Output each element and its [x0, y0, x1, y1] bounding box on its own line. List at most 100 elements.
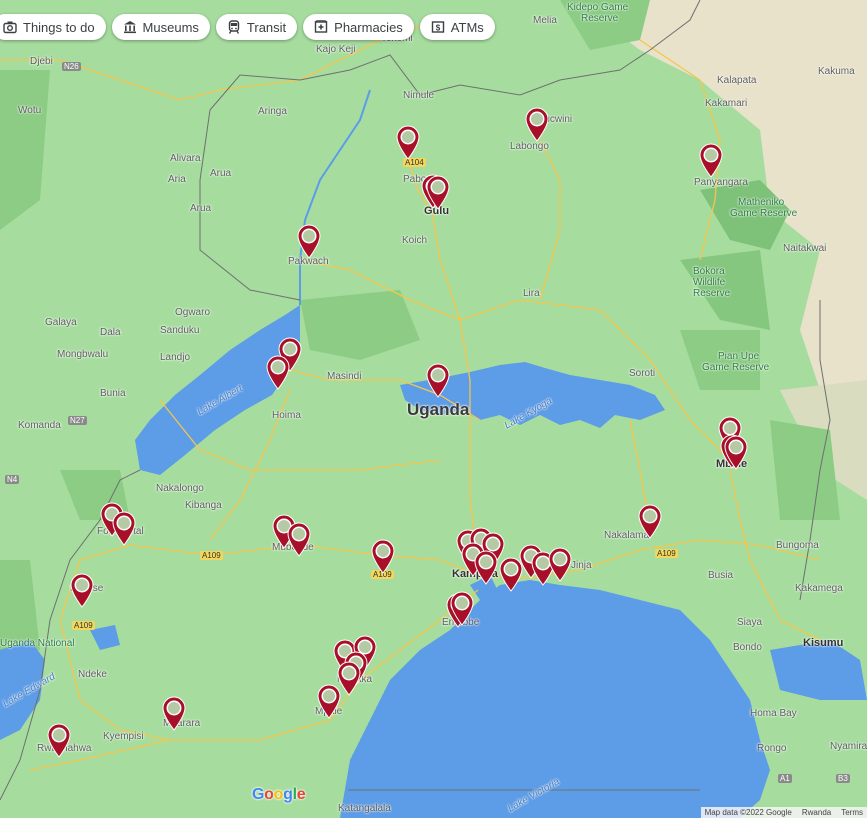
country-label: Uganda	[407, 400, 470, 419]
place-label: Homa Bay	[750, 708, 797, 719]
chip-pharmacies[interactable]: Pharmacies	[303, 14, 414, 40]
place-label: Siaya	[737, 617, 763, 628]
map-pin-marker[interactable]	[370, 538, 396, 574]
place-label: Ndeke	[78, 669, 107, 680]
place-label: Lira	[523, 288, 540, 299]
place-label: Game Reserve	[702, 362, 770, 373]
place-label: Hoima	[272, 410, 301, 421]
place-label: Naitakwai	[783, 243, 827, 254]
road-shield: B3	[836, 774, 850, 783]
place-label: Kyempisi	[103, 731, 144, 742]
map-pin-marker[interactable]	[265, 354, 291, 390]
place-label: Jinja	[571, 560, 592, 571]
place-label: Kibanga	[185, 500, 222, 511]
place-label: Ogwaro	[175, 307, 211, 318]
road-shield: N4	[5, 475, 20, 484]
place-label: Arua	[190, 203, 212, 214]
atm-icon: $	[431, 21, 444, 33]
road-shield: N26	[62, 62, 81, 71]
museum-icon	[123, 21, 136, 34]
place-label: Kakamega	[795, 583, 843, 594]
map-pin-marker[interactable]	[46, 722, 72, 758]
map-pin-marker[interactable]	[69, 572, 95, 608]
place-label: Galaya	[45, 317, 77, 328]
map-pin-marker[interactable]	[425, 174, 451, 210]
place-label: Melia	[533, 15, 557, 26]
place-label: Katangalala	[338, 803, 391, 814]
train-icon	[228, 20, 240, 34]
map-pin-marker[interactable]	[316, 683, 342, 719]
place-label: Mongbwalu	[57, 349, 109, 360]
map-pin-marker[interactable]	[161, 695, 187, 731]
place-label: Panyangara	[694, 177, 748, 188]
category-chips: Things to do Museums Transit Pharmacies …	[0, 14, 495, 40]
road-shield: A109	[200, 551, 223, 560]
chip-label: Transit	[246, 19, 287, 35]
place-label: Dala	[100, 327, 121, 338]
place-label: Kakamari	[705, 98, 748, 109]
place-label: Reserve	[693, 288, 731, 299]
chip-label: Things to do	[23, 19, 95, 35]
place-label: Pian Upe	[718, 351, 760, 362]
place-label: Matheniko	[738, 197, 785, 208]
road-shield: A109	[655, 549, 678, 558]
map-attribution: Map data ©2022 Google Rwanda Terms	[700, 807, 867, 818]
map-pin-marker[interactable]	[449, 590, 475, 626]
chip-things-to-do[interactable]: Things to do	[0, 14, 106, 40]
chip-atms[interactable]: $ ATMs	[419, 14, 495, 40]
place-label: Kakuma	[818, 66, 855, 77]
chip-label: Pharmacies	[334, 19, 403, 35]
map-pin-marker[interactable]	[723, 434, 749, 470]
place-label: Kisumu	[803, 637, 844, 649]
chip-museums[interactable]: Museums	[111, 14, 210, 40]
place-label: Wotu	[18, 105, 42, 116]
map-pin-marker[interactable]	[473, 549, 499, 585]
place-label: Bunia	[100, 388, 126, 399]
place-label: Nyamira	[830, 741, 867, 752]
place-label: Uganda National	[0, 638, 75, 649]
place-label: Game Reserve	[730, 208, 798, 219]
place-label: Bondo	[733, 642, 762, 653]
place-label: Kajo Keji	[316, 44, 356, 55]
place-label: Reserve	[581, 13, 619, 24]
map-pin-marker[interactable]	[111, 510, 137, 546]
chip-label: Museums	[142, 19, 199, 35]
place-label: Soroti	[629, 368, 656, 379]
road-shield: N27	[68, 416, 87, 425]
google-logo: Google	[252, 786, 306, 803]
map-canvas[interactable]: Kidepo GameReserveMeliaTekomiKajo KejiDj…	[0, 0, 867, 818]
place-label: Aringa	[258, 106, 287, 117]
map-pin-marker[interactable]	[698, 142, 724, 178]
place-label: Bokora	[693, 266, 725, 277]
pharmacy-icon	[314, 20, 328, 33]
region-label: Rwanda	[801, 808, 832, 817]
place-label: Arua	[210, 168, 232, 179]
road-shield: A1	[778, 774, 792, 783]
map-pin-marker[interactable]	[395, 124, 421, 160]
place-label: Rongo	[757, 743, 787, 754]
place-label: Labongo	[510, 141, 549, 152]
place-label: Busia	[708, 570, 734, 581]
map-pin-marker[interactable]	[296, 223, 322, 259]
map-pin-marker[interactable]	[425, 362, 451, 398]
place-label: Djebi	[30, 56, 53, 67]
place-label: Komanda	[18, 420, 61, 431]
svg-text:$: $	[436, 24, 441, 33]
place-label: Kalapata	[717, 75, 757, 86]
map-pin-marker[interactable]	[547, 546, 573, 582]
place-label: Koich	[402, 235, 428, 246]
place-label: Aria	[168, 174, 186, 185]
place-label: Bungoma	[776, 540, 819, 551]
place-label: Landjo	[160, 352, 191, 363]
place-label: Masindi	[327, 371, 362, 382]
chip-transit[interactable]: Transit	[215, 14, 298, 40]
camera-icon	[3, 21, 17, 34]
terms-link[interactable]: Terms	[841, 807, 863, 818]
chip-label: ATMs	[450, 19, 484, 35]
place-label: Kidepo Game	[567, 2, 629, 13]
map-pin-marker[interactable]	[637, 503, 663, 539]
map-pin-marker[interactable]	[286, 521, 312, 557]
place-label: Sanduku	[160, 325, 200, 336]
place-label: Alivara	[170, 153, 201, 164]
map-pin-marker[interactable]	[524, 106, 550, 142]
